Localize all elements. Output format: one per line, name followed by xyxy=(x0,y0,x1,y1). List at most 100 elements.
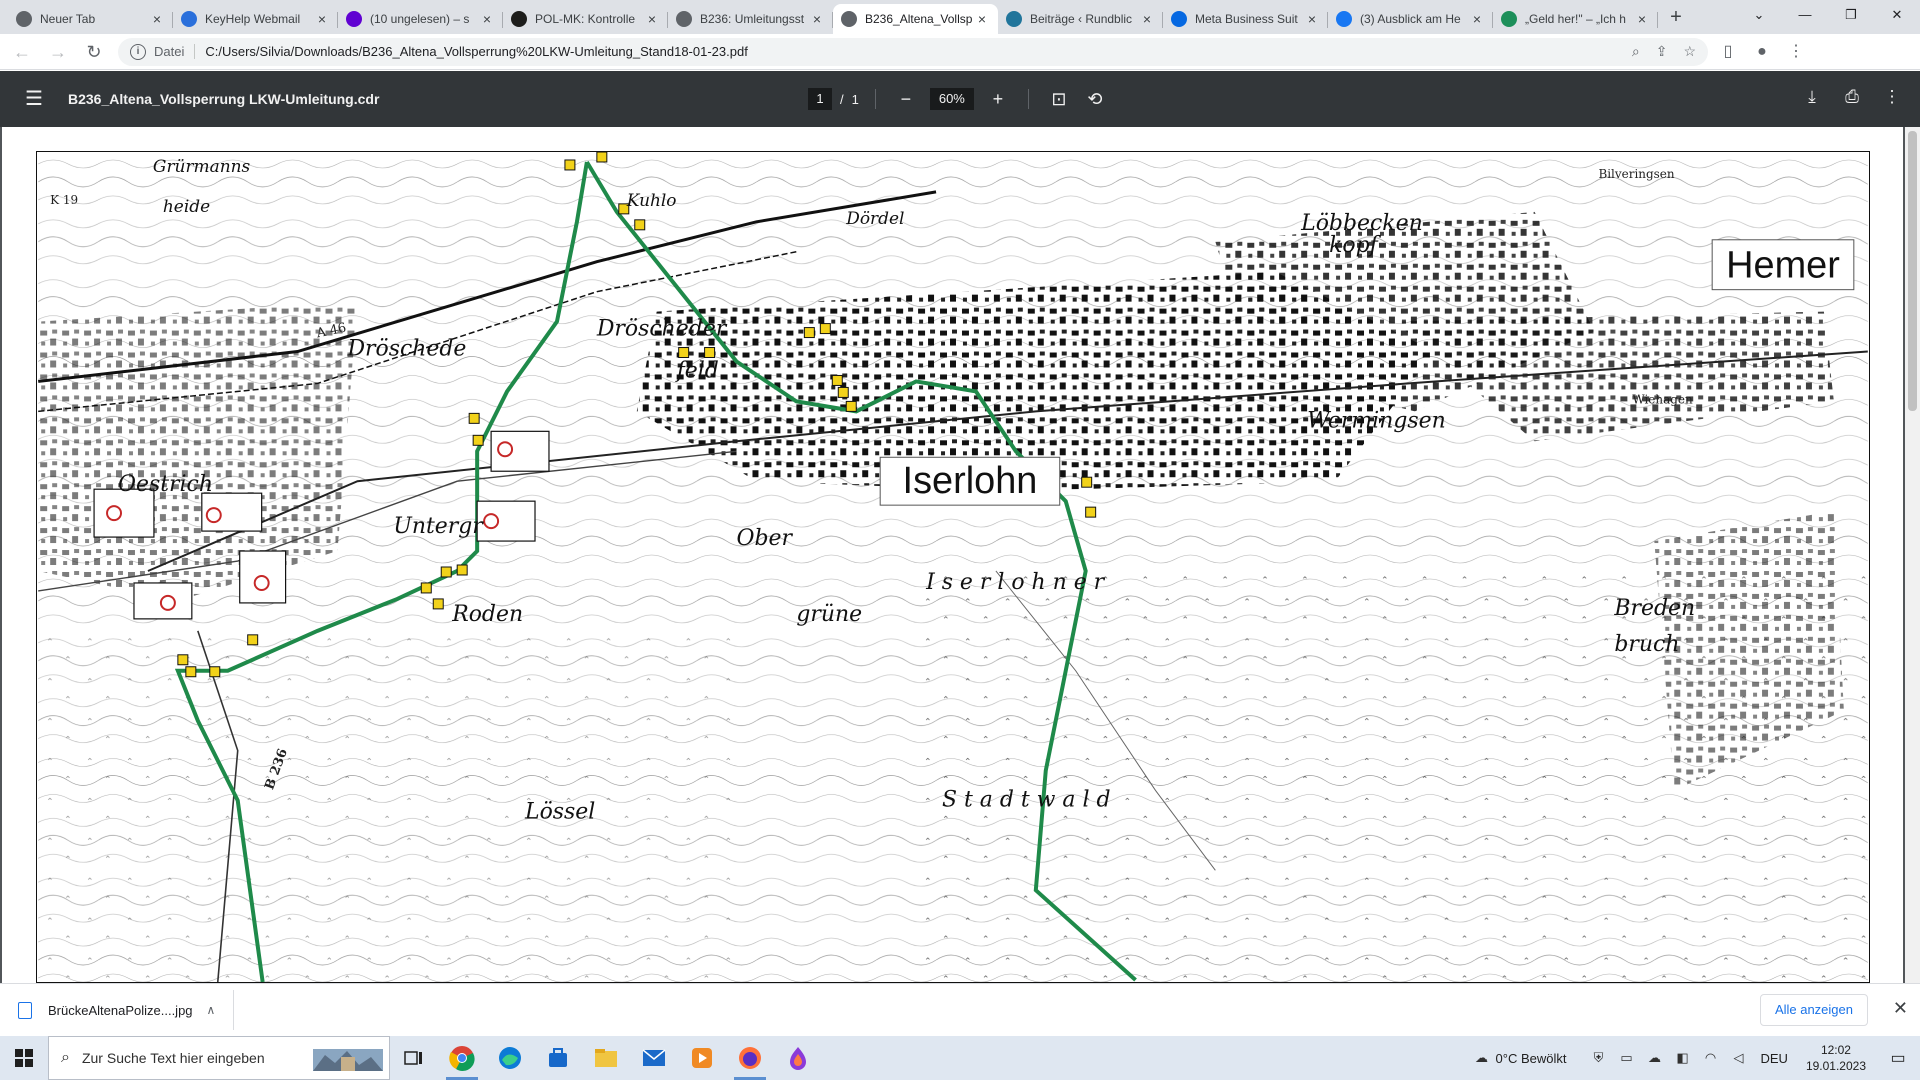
close-tab-icon[interactable]: × xyxy=(314,11,330,27)
print-icon[interactable]: ⎙ xyxy=(1838,83,1866,111)
page-separator: / xyxy=(840,91,844,107)
clock-time: 12:02 xyxy=(1820,1043,1851,1057)
wifi-icon[interactable]: ◠ xyxy=(1698,1050,1722,1066)
tab-search-icon[interactable]: ⌄ xyxy=(1736,0,1782,30)
url-text[interactable]: C:/Users/Silvia/Downloads/B236_Altena_Vo… xyxy=(205,44,1616,59)
store-taskbar-icon[interactable] xyxy=(534,1036,582,1080)
chrome-taskbar-icon[interactable] xyxy=(438,1036,486,1080)
share-icon[interactable]: ⇪ xyxy=(1656,43,1668,60)
tab-label: POL-MK: Kontrolle xyxy=(535,12,636,26)
chevron-up-icon[interactable]: ∧ xyxy=(207,1003,216,1017)
download-icon[interactable]: ⤓ xyxy=(1798,83,1826,111)
browser-tab[interactable]: Beiträge ‹ Rundblic × xyxy=(998,4,1163,34)
pdf-viewport[interactable]: ⌃ ⌃ xyxy=(0,127,1920,983)
file-explorer-taskbar-icon[interactable] xyxy=(582,1036,630,1080)
close-tab-icon[interactable]: × xyxy=(974,11,990,27)
chrome-menu-icon[interactable]: ⋮ xyxy=(1782,38,1810,66)
mail-taskbar-icon[interactable] xyxy=(630,1036,678,1080)
restore-button[interactable]: ❐ xyxy=(1828,0,1874,30)
close-tab-icon[interactable]: × xyxy=(1304,11,1320,27)
fit-to-page-icon[interactable]: ⊡ xyxy=(1045,85,1073,113)
close-window-button[interactable]: ✕ xyxy=(1874,0,1920,30)
place-dordel: Dördel xyxy=(845,208,904,228)
taskbar-search-box[interactable]: ⌕ Zur Suche Text hier eingeben xyxy=(48,1036,390,1080)
site-info-icon[interactable]: i xyxy=(130,43,146,60)
close-tab-icon[interactable]: × xyxy=(644,11,660,27)
zoom-level-input[interactable]: 60% xyxy=(929,88,974,110)
input-language[interactable]: DEU xyxy=(1760,1051,1787,1066)
notification-center-icon[interactable]: ▭ xyxy=(1876,1048,1920,1068)
firefox-taskbar-icon[interactable] xyxy=(726,1036,774,1080)
back-button[interactable]: ← xyxy=(8,38,36,66)
profile-avatar-icon[interactable]: ● xyxy=(1748,38,1776,66)
webmail-icon xyxy=(181,11,197,27)
volume-icon[interactable]: ◁ xyxy=(1726,1050,1750,1066)
cloud-weather-icon[interactable]: ☁ xyxy=(1470,1050,1494,1066)
close-tab-icon[interactable]: × xyxy=(1469,11,1485,27)
firefox-dev-taskbar-icon[interactable] xyxy=(774,1036,822,1080)
rotate-icon[interactable]: ⟲ xyxy=(1081,85,1109,113)
system-tray: ☁ 0°C Bewölkt ⛨ ▭ ☁ ◧ ◠ ◁ DEU 12:02 19.0… xyxy=(1468,1036,1920,1080)
browser-tab[interactable]: Neuer Tab × xyxy=(8,4,173,34)
zoom-icon[interactable]: ⌕ xyxy=(1632,43,1640,60)
place-heide: heide xyxy=(163,196,210,216)
place-feld: feld xyxy=(675,358,719,383)
cloud-sync-icon[interactable]: ☁ xyxy=(1642,1050,1666,1066)
tab-label: Neuer Tab xyxy=(40,12,96,26)
browser-tab[interactable]: KeyHelp Webmail × xyxy=(173,4,338,34)
page-number-input[interactable]: 1 xyxy=(808,88,832,110)
close-tab-icon[interactable]: × xyxy=(809,11,825,27)
reload-button[interactable]: ↻ xyxy=(80,38,108,66)
browser-tab[interactable]: „Geld her!" – „Ich h × xyxy=(1493,4,1658,34)
weather-text[interactable]: 0°C Bewölkt xyxy=(1496,1051,1567,1066)
browser-tab[interactable]: (10 ungelesen) – s × xyxy=(338,4,503,34)
close-tab-icon[interactable]: × xyxy=(1634,11,1650,27)
close-tab-icon[interactable]: × xyxy=(1139,11,1155,27)
scrollbar-thumb[interactable] xyxy=(1908,131,1917,411)
network-icon[interactable]: ◧ xyxy=(1670,1050,1694,1066)
tab-label: (3) Ausblick am He xyxy=(1360,12,1461,26)
road-label-k19: K 19 xyxy=(50,193,78,207)
bookmark-star-icon[interactable]: ☆ xyxy=(1683,43,1696,60)
clock[interactable]: 12:02 19.01.2023 xyxy=(1806,1042,1866,1074)
zoom-out-button[interactable]: − xyxy=(892,85,920,113)
clock-date: 19.01.2023 xyxy=(1805,1059,1866,1073)
place-wiehagen: Wiehagen xyxy=(1632,392,1693,406)
place-bruch: bruch xyxy=(1614,632,1679,657)
media-player-taskbar-icon[interactable] xyxy=(678,1036,726,1080)
new-tab-button[interactable]: + xyxy=(1662,4,1690,32)
globe-icon xyxy=(841,11,857,27)
forward-button[interactable]: → xyxy=(44,38,72,66)
show-all-downloads-button[interactable]: Alle anzeigen xyxy=(1759,994,1868,1026)
minimize-button[interactable]: — xyxy=(1782,0,1828,30)
download-item[interactable]: BrückeAltenaPolize....jpg ∧ xyxy=(18,990,234,1030)
place-breden: Breden xyxy=(1613,596,1695,621)
task-view-icon[interactable] xyxy=(390,1036,438,1080)
edge-taskbar-icon[interactable] xyxy=(486,1036,534,1080)
browser-tab[interactable]: B236_Altena_Vollsp × xyxy=(833,4,998,34)
tab-label: Beiträge ‹ Rundblic xyxy=(1030,12,1133,26)
window-controls: ⌄ — ❐ ✕ xyxy=(1736,0,1920,30)
close-download-bar-icon[interactable]: ✕ xyxy=(1893,998,1908,1019)
address-bar-row: ← → ↻ i Datei C:/Users/Silvia/Downloads/… xyxy=(0,34,1920,70)
place-droschede-feld: Dröscheder xyxy=(596,317,728,342)
browser-tab[interactable]: POL-MK: Kontrolle × xyxy=(503,4,668,34)
browser-tab[interactable]: Meta Business Suit × xyxy=(1163,4,1328,34)
usb-icon[interactable]: ▭ xyxy=(1614,1050,1638,1066)
hamburger-menu-icon[interactable]: ☰ xyxy=(14,79,54,119)
vertical-scrollbar[interactable] xyxy=(1905,127,1920,983)
place-lossel: Lössel xyxy=(524,799,595,824)
more-options-icon[interactable]: ⋮ xyxy=(1878,83,1906,111)
browser-tab[interactable]: (3) Ausblick am He × xyxy=(1328,4,1493,34)
omnibox[interactable]: i Datei C:/Users/Silvia/Downloads/B236_A… xyxy=(118,37,1708,66)
place-ober: Ober xyxy=(737,526,794,551)
security-icon[interactable]: ⛨ xyxy=(1586,1050,1610,1066)
windows-logo-icon xyxy=(15,1049,33,1067)
close-tab-icon[interactable]: × xyxy=(149,11,165,27)
side-panel-icon[interactable]: ▯ xyxy=(1714,38,1742,66)
tab-label: Meta Business Suit xyxy=(1195,12,1298,26)
close-tab-icon[interactable]: × xyxy=(479,11,495,27)
zoom-in-button[interactable]: + xyxy=(984,85,1012,113)
browser-tab[interactable]: B236: Umleitungsst × xyxy=(668,4,833,34)
windows-start-button[interactable] xyxy=(0,1036,48,1080)
